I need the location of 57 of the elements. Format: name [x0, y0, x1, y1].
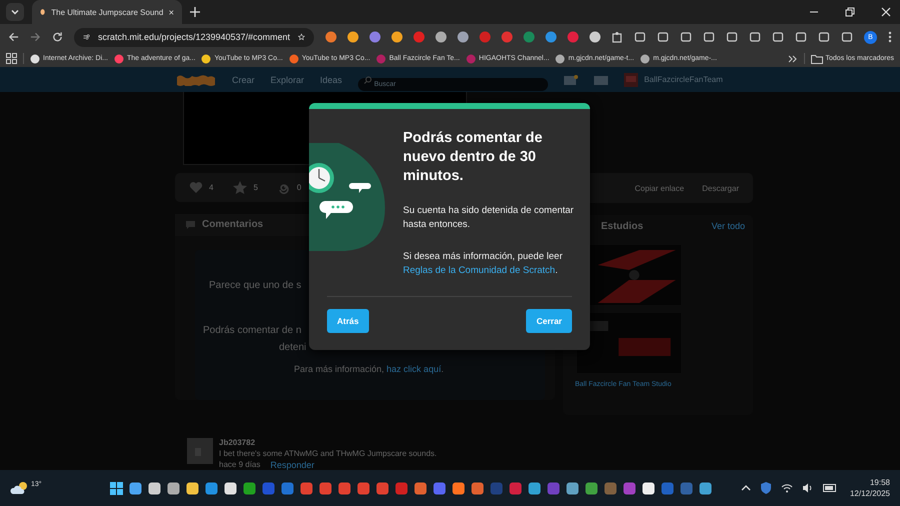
username-menu[interactable]: BallFazcircleFanTeam — [644, 75, 723, 84]
close-icon[interactable] — [169, 8, 174, 16]
section-heading: Comentarios — [202, 219, 264, 230]
speech-bubble-icon — [185, 220, 196, 230]
notice-text: Podrás comentar de n — [203, 324, 302, 336]
stat-count: 5 — [253, 182, 258, 192]
forward-icon[interactable] — [30, 31, 41, 43]
shield-icon[interactable] — [760, 482, 772, 494]
back-button[interactable]: Atrás — [327, 309, 369, 333]
view-all-link[interactable]: Ver todo — [711, 221, 745, 231]
speaker-icon[interactable] — [802, 483, 814, 493]
address-bar[interactable]: scratch.mit.edu/projects/1239940537/#comment — [74, 28, 314, 46]
chevron-up-icon[interactable] — [740, 483, 751, 493]
clock-date: 12/12/2025 — [850, 488, 890, 499]
more-icon[interactable] — [888, 31, 892, 43]
stat-count: 4 — [209, 182, 214, 192]
comment-text: I bet there's some ATNwMG and THwMG Jumpscare sounds. — [219, 449, 437, 458]
close-button[interactable]: Cerrar — [526, 309, 572, 333]
dialog-message: Su cuenta ha sido detenida de comentar hasta entonces. — [403, 204, 575, 232]
clock-time: 19:58 — [870, 477, 890, 488]
search-icon — [364, 76, 372, 84]
scratch-cat-icon — [40, 6, 46, 18]
puzzle-icon[interactable] — [611, 31, 623, 43]
close-icon[interactable] — [881, 7, 891, 17]
reply-link[interactable]: Responder — [270, 460, 314, 470]
battery-icon[interactable] — [822, 484, 837, 492]
star-icon[interactable] — [298, 31, 305, 43]
action-link[interactable]: Descargar — [702, 184, 739, 192]
clock[interactable]: 19:58 12/12/2025 — [850, 477, 890, 499]
tab-list-button[interactable] — [6, 3, 24, 21]
wifi-icon[interactable] — [780, 483, 793, 493]
action-link[interactable]: Copiar enlace — [634, 184, 684, 192]
chevron-down-icon — [10, 7, 20, 17]
help-link[interactable]: haz click aquí — [386, 364, 442, 374]
chevron-double-right-icon[interactable] — [788, 54, 798, 64]
notice-text: Parece que uno de s — [209, 280, 302, 291]
dialog-message: Si desea más información, puede leer Reglas de la Comunidad de Scratch. — [403, 250, 564, 278]
stat-count: 0 — [296, 182, 302, 192]
star-icon[interactable] — [233, 180, 248, 194]
apps-icon[interactable] — [6, 53, 17, 64]
reload-icon[interactable] — [52, 31, 63, 43]
comment-author[interactable]: Jb203782 — [219, 438, 437, 447]
nav-link[interactable]: Ideas — [320, 74, 342, 84]
info-text: Para más información, haz click aquí. — [294, 364, 444, 374]
nav-link[interactable]: Crear — [232, 74, 255, 84]
windows-start-icon[interactable] — [110, 482, 124, 494]
back-icon[interactable] — [8, 31, 19, 43]
browser-tab[interactable]: The Ultimate Jumpscare Sound — [32, 0, 182, 24]
comment-time: hace 9 días — [219, 460, 260, 470]
cloud-sun-icon[interactable] — [10, 481, 30, 495]
guidelines-link[interactable]: Reglas de la Comunidad de Scratch — [403, 265, 556, 276]
new-tab-icon[interactable] — [190, 7, 200, 17]
dialog-title: Podrás comentar de nuevo dentro de 30 minutos. — [403, 129, 544, 186]
section-heading: Estudios — [601, 220, 644, 232]
restore-icon[interactable] — [845, 7, 855, 17]
nav-link[interactable]: Explorar — [270, 74, 304, 84]
notice-text: deteni — [279, 342, 306, 353]
